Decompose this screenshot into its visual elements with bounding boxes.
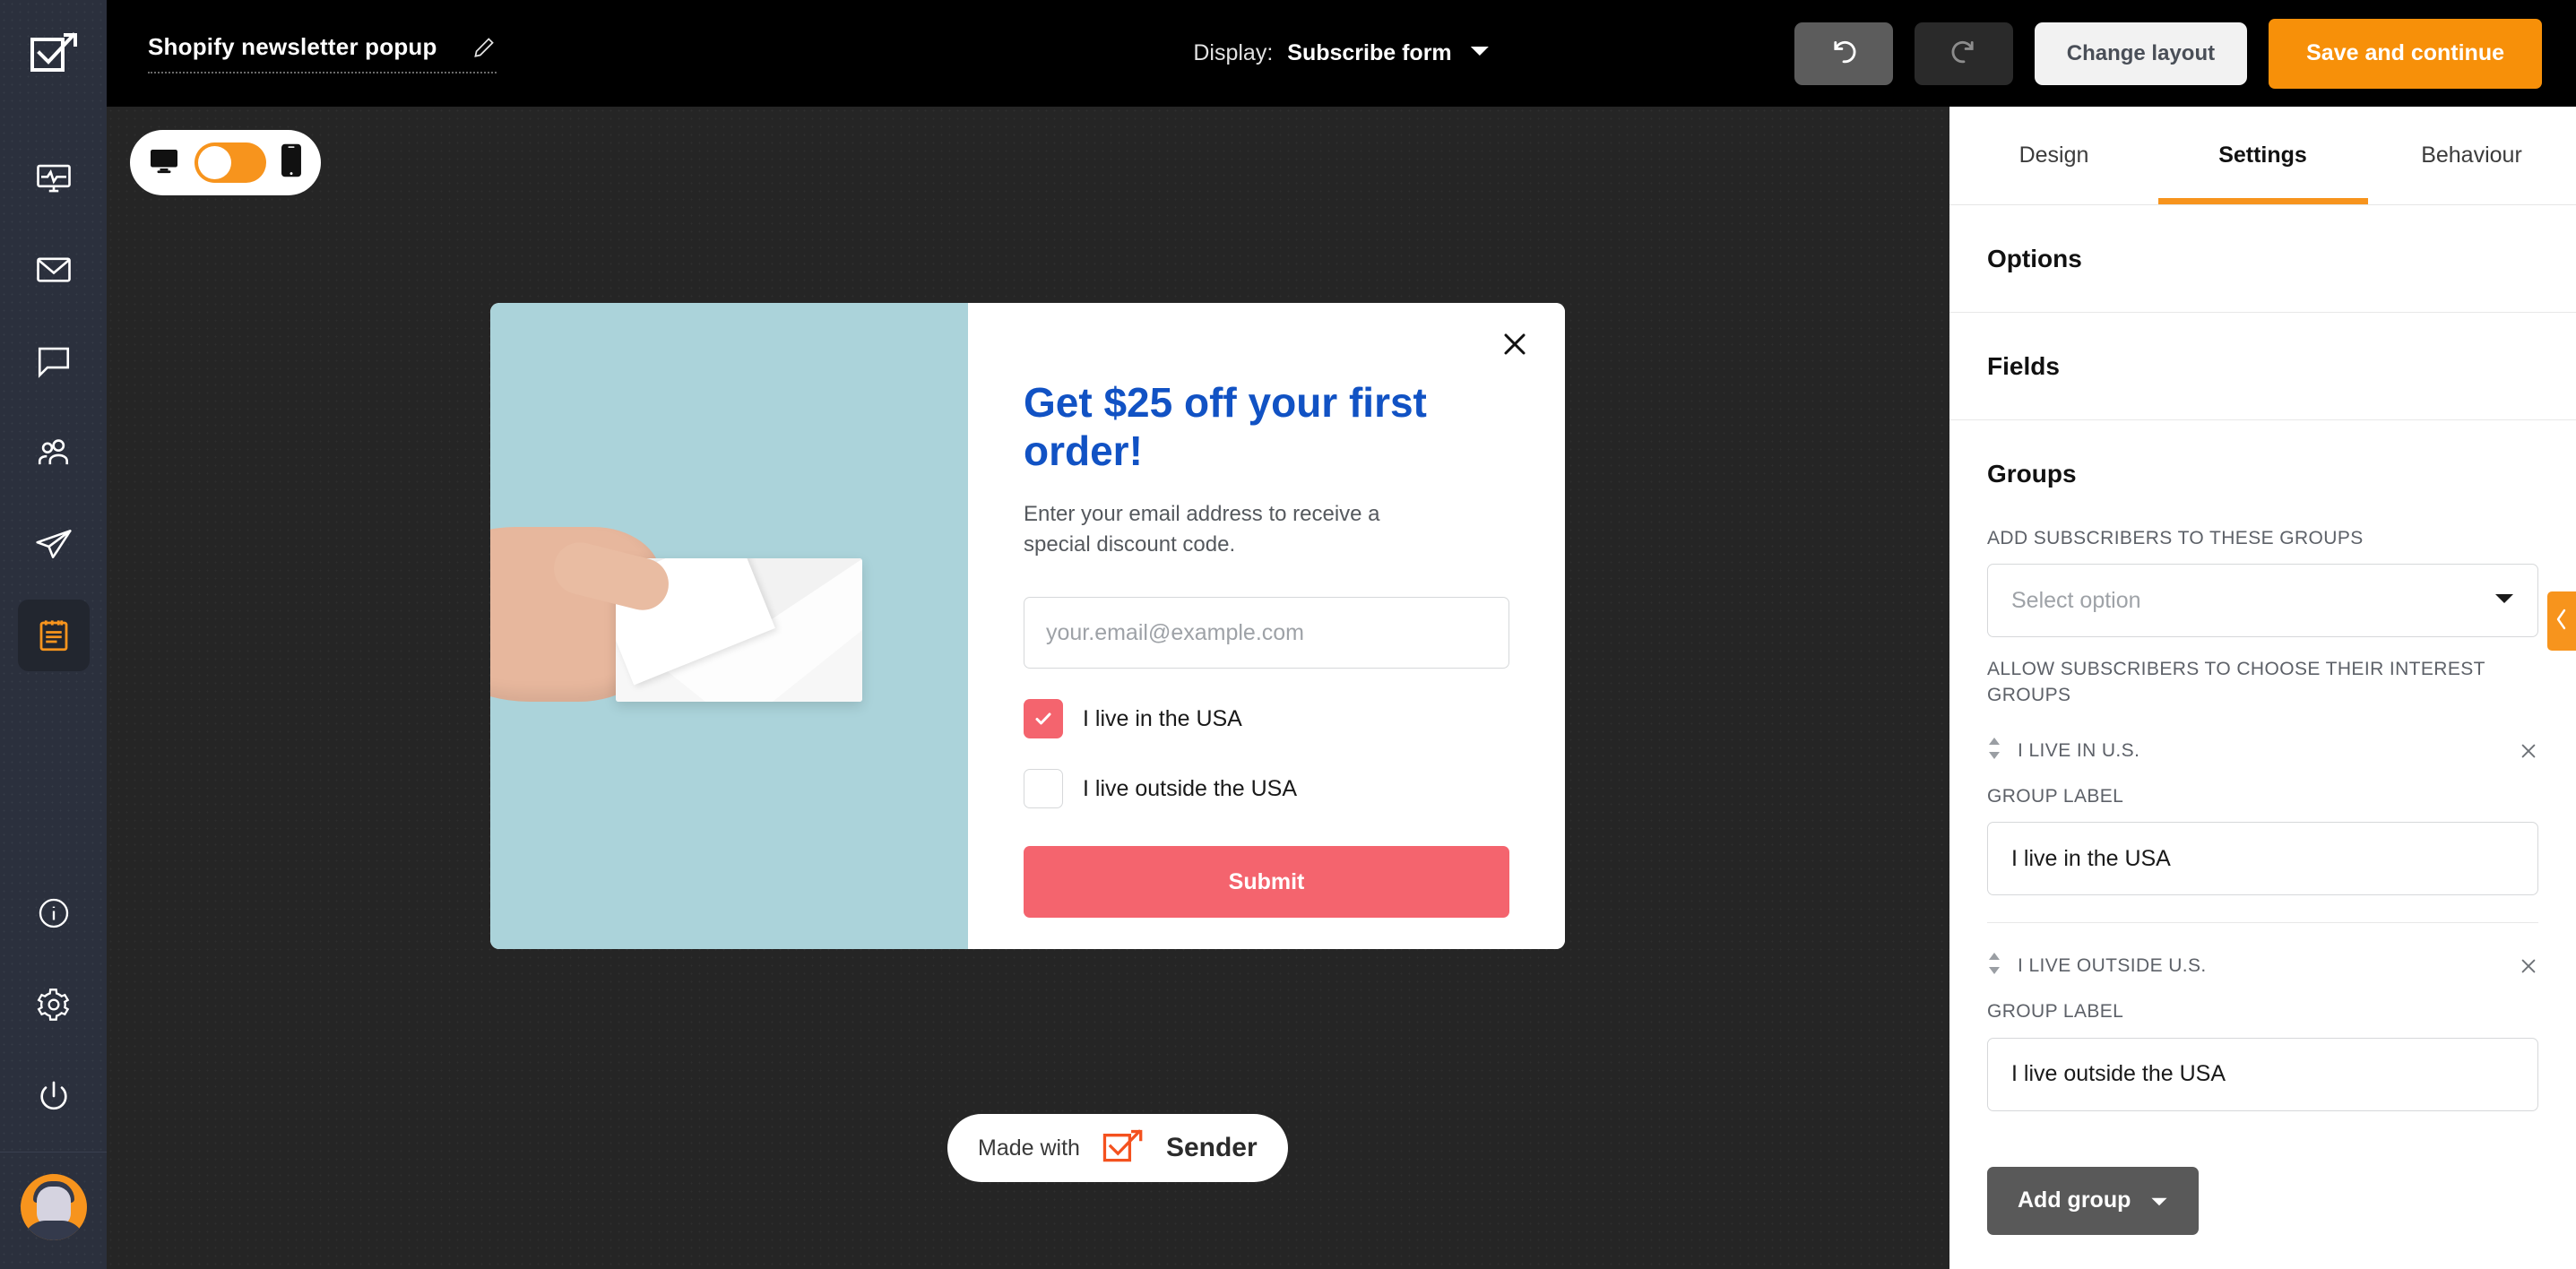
groups-select[interactable]: Select option — [1987, 564, 2538, 638]
sidebar-item-audience[interactable] — [18, 417, 90, 488]
close-x-icon[interactable] — [2513, 741, 2538, 761]
gear-icon — [36, 987, 72, 1023]
chevron-down-icon — [2150, 1187, 2168, 1213]
sender-checkmark-logo[interactable] — [0, 0, 107, 107]
checkbox-row-usa[interactable]: I live in the USA — [1024, 699, 1509, 739]
editor-canvas: Get $25 off your first order! Enter your… — [107, 107, 1949, 1269]
drag-handle-icon[interactable] — [1987, 737, 2005, 764]
device-toggle-switch[interactable] — [194, 142, 266, 183]
submit-button[interactable]: Submit — [1024, 846, 1509, 919]
group-name: I LIVE IN U.S. — [2018, 739, 2140, 761]
toolbar-actions: Change layout Save and continue — [1794, 18, 2542, 89]
undo-icon — [1828, 37, 1859, 70]
sidebar-item-automation[interactable] — [18, 508, 90, 580]
redo-button[interactable] — [1914, 22, 2013, 85]
add-group-label: Add group — [2018, 1187, 2131, 1213]
popup-heading: Get $25 off your first order! — [1024, 379, 1427, 475]
power-icon — [36, 1078, 72, 1114]
dashboard-monitor-icon — [35, 160, 73, 197]
close-x-icon[interactable] — [1497, 326, 1533, 362]
add-subscribers-label: ADD SUBSCRIBERS TO THESE GROUPS — [1987, 528, 2364, 548]
toggle-knob — [197, 146, 231, 179]
forms-clipboard-icon — [35, 617, 73, 654]
group-item: I LIVE IN U.S. GROUP LABEL — [1987, 737, 2538, 924]
group-header: I LIVE OUTSIDE U.S. — [1987, 952, 2538, 980]
group-label-input[interactable] — [1987, 1037, 2538, 1111]
chevron-down-icon[interactable] — [1470, 45, 1490, 62]
chevron-down-icon[interactable] — [2494, 592, 2514, 609]
chat-bubble-icon — [35, 342, 73, 380]
redo-icon — [1949, 37, 1979, 70]
drag-handle-icon[interactable] — [1987, 952, 2005, 980]
mobile-phone-icon[interactable] — [280, 143, 303, 182]
save-and-continue-button[interactable]: Save and continue — [2269, 18, 2542, 89]
checkbox-row-outside-usa[interactable]: I live outside the USA — [1024, 769, 1509, 809]
popup-form: Get $25 off your first order! Enter your… — [968, 303, 1565, 949]
popup-subtext: Enter your email address to receive a sp… — [1024, 501, 1380, 557]
groups-select-value: Select option — [2011, 587, 2141, 613]
display-selector[interactable]: Display: Subscribe form — [1193, 40, 1489, 66]
group-label-input[interactable] — [1987, 822, 2538, 896]
popup-hero-image — [490, 303, 968, 949]
close-x-icon[interactable] — [2513, 956, 2538, 976]
groups-heading: Groups — [1987, 460, 2077, 488]
display-label: Display: — [1193, 40, 1274, 65]
sidebar-item-messages[interactable] — [18, 325, 90, 397]
allow-choose-label: ALLOW SUBSCRIBERS TO CHOOSE THEIR INTERE… — [1987, 659, 2485, 705]
made-with-sender-badge[interactable]: Made with Sender — [947, 1114, 1288, 1182]
avatar-body — [22, 1221, 85, 1240]
add-group-button[interactable]: Add group — [1987, 1166, 2200, 1235]
group-item: I LIVE OUTSIDE U.S. GROUP LABEL — [1987, 952, 2538, 1137]
sidebar-item-settings[interactable] — [18, 969, 90, 1040]
checkbox-label-outside-usa: I live outside the USA — [1083, 775, 1298, 801]
section-groups: Groups ADD SUBSCRIBERS TO THESE GROUPS S… — [1949, 420, 2576, 1235]
sidebar-item-campaigns[interactable] — [18, 234, 90, 306]
left-nav-rail — [0, 0, 107, 1269]
section-options[interactable]: Options — [1949, 205, 2576, 313]
desktop-monitor-icon[interactable] — [148, 144, 180, 181]
group-label-caption: GROUP LABEL — [1987, 786, 2124, 807]
info-circle-icon — [36, 895, 72, 931]
checkbox-outside-usa[interactable] — [1024, 769, 1063, 809]
pencil-icon[interactable] — [471, 35, 497, 60]
page-title: Shopify newsletter popup — [148, 33, 437, 60]
avatar[interactable] — [20, 1174, 87, 1240]
group-header: I LIVE IN U.S. — [1987, 737, 2538, 764]
panel-tabs: Design Settings Behaviour — [1949, 107, 2576, 205]
tab-design[interactable]: Design — [1949, 107, 2158, 204]
group-label-caption: GROUP LABEL — [1987, 1001, 2124, 1023]
panel-collapse-toggle[interactable] — [2547, 591, 2576, 651]
popup-preview: Get $25 off your first order! Enter your… — [490, 303, 1565, 949]
device-preview-toggle[interactable] — [130, 130, 321, 195]
checkbox-usa[interactable] — [1024, 699, 1063, 739]
audience-people-icon — [35, 434, 73, 471]
change-layout-button[interactable]: Change layout — [2034, 22, 2248, 85]
sidebar-item-dashboard[interactable] — [18, 142, 90, 214]
settings-panel: Design Settings Behaviour Options Fields… — [1949, 107, 2576, 1269]
sender-brand-name: Sender — [1165, 1133, 1258, 1162]
top-toolbar: Shopify newsletter popup Display: Subscr… — [107, 0, 2576, 107]
tab-behaviour[interactable]: Behaviour — [2367, 107, 2576, 204]
section-fields[interactable]: Fields — [1949, 313, 2576, 420]
undo-button[interactable] — [1794, 22, 1893, 85]
checkbox-label-usa: I live in the USA — [1083, 705, 1242, 731]
popup-builder-app: Shopify newsletter popup Display: Subscr… — [0, 0, 2576, 1269]
sidebar-item-help[interactable] — [18, 877, 90, 949]
email-field[interactable] — [1024, 597, 1509, 669]
made-with-label: Made with — [978, 1135, 1080, 1161]
display-value: Subscribe form — [1287, 40, 1452, 65]
envelope-crease-right — [773, 630, 862, 702]
sidebar-item-logout[interactable] — [18, 1060, 90, 1132]
envelope-icon — [35, 251, 73, 289]
tab-settings[interactable]: Settings — [2158, 107, 2367, 204]
sender-checkmark-logo — [1100, 1126, 1146, 1171]
group-name: I LIVE OUTSIDE U.S. — [2018, 954, 2207, 976]
document-title-field[interactable]: Shopify newsletter popup — [148, 33, 497, 73]
sidebar-item-forms[interactable] — [17, 600, 90, 671]
paper-plane-icon — [34, 524, 73, 564]
chevron-left-icon — [2554, 608, 2569, 635]
